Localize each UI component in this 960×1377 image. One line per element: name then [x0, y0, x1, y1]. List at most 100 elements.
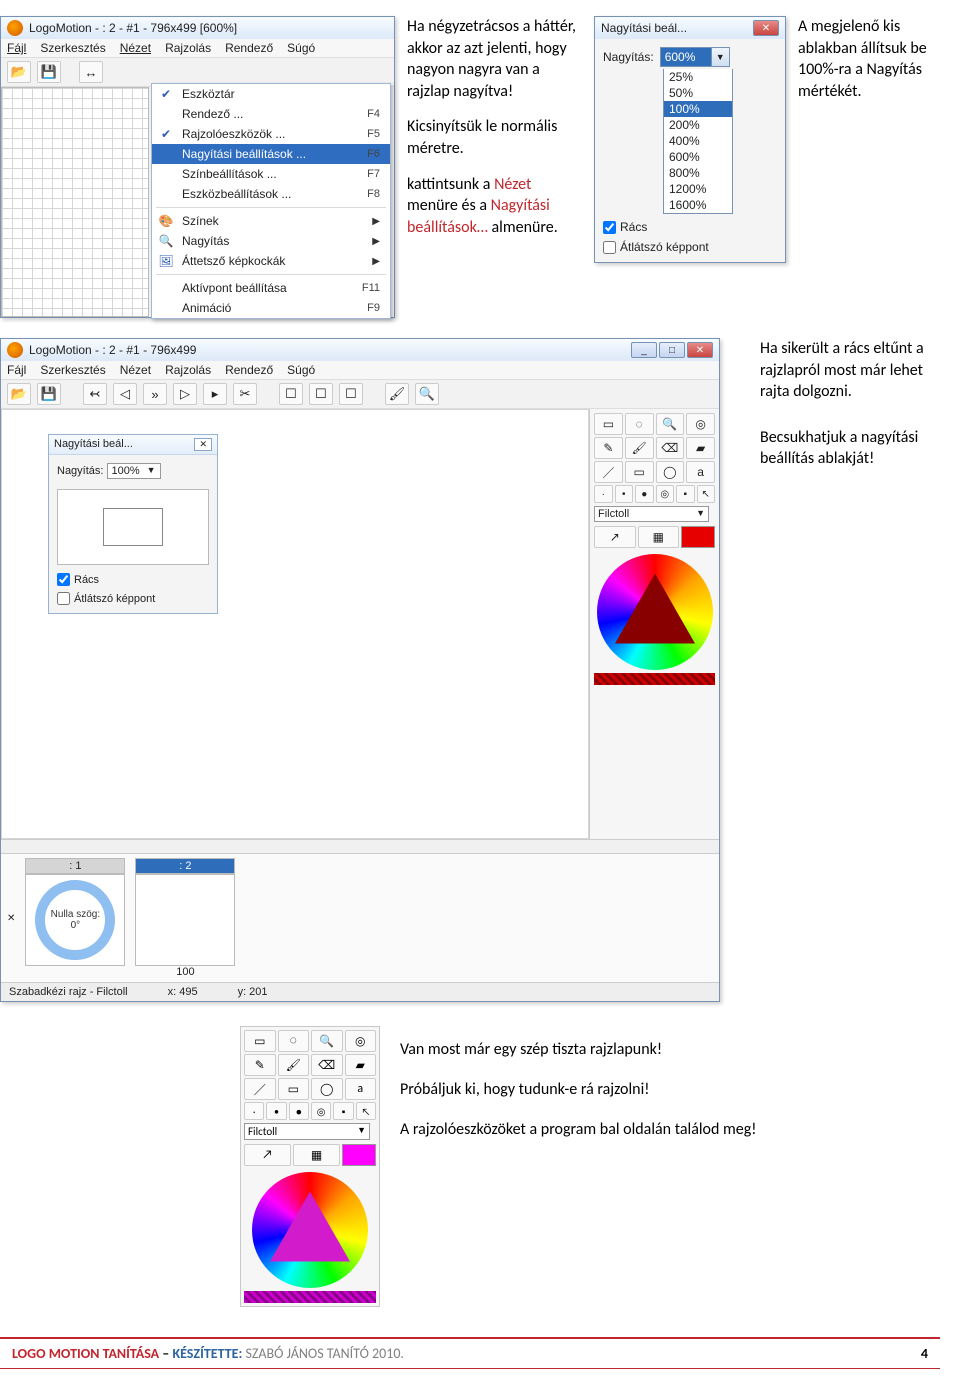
zoom-option[interactable]: 800% [664, 165, 732, 181]
menu-item-attetszo[interactable]: 🖼Áttetsző képkockák▶ [152, 251, 390, 271]
zoom-option[interactable]: 1200% [664, 181, 732, 197]
tool-select-rect-icon[interactable]: ▭ [244, 1030, 276, 1052]
size-m-icon[interactable]: ● [289, 1102, 309, 1120]
size-s-icon[interactable]: • [615, 485, 634, 503]
close-button[interactable]: ✕ [687, 342, 713, 358]
frame-2-selected[interactable]: : 2 100 [135, 858, 235, 978]
tool-btn[interactable]: ☐ [279, 383, 303, 405]
chevron-down-icon[interactable]: ▼ [711, 48, 729, 66]
frame-1[interactable]: : 1 Nulla szög: 0° [25, 858, 125, 966]
zoom-option[interactable]: 200% [664, 117, 732, 133]
tool-pencil-icon[interactable]: ✎ [244, 1054, 276, 1076]
tool-lasso-icon[interactable]: ◌ [278, 1030, 310, 1052]
menu-file[interactable]: Fájl [7, 41, 26, 55]
opt-btn[interactable]: ▦ [638, 526, 680, 548]
color-swatch[interactable] [342, 1144, 376, 1166]
menu-item-aktivpont[interactable]: Aktívpont beállításaF11 [152, 278, 390, 298]
size-arrow-icon[interactable]: ↖ [356, 1102, 376, 1120]
close-icon[interactable]: ✕ [194, 438, 212, 451]
cut-icon[interactable]: ✂ [233, 383, 257, 405]
tool-brush-icon[interactable]: 🖌 [625, 437, 654, 459]
size-sq-icon[interactable]: ▪ [333, 1102, 353, 1120]
size-arrow-icon[interactable]: ↖ [697, 485, 716, 503]
tool-dropdown[interactable]: Filctoll▼ [244, 1123, 370, 1140]
opt-btn[interactable]: ↗ [594, 526, 636, 548]
tool-line-icon[interactable]: ／ [244, 1078, 276, 1100]
tool-dropdown[interactable]: Filctoll▼ [594, 506, 709, 522]
tool-zoom-icon[interactable]: 🔍 [311, 1030, 343, 1052]
alpha-bar[interactable] [594, 673, 715, 685]
size-s-icon[interactable]: • [266, 1102, 286, 1120]
zoom-icon[interactable]: 🔍 [415, 383, 439, 405]
tool-pencil-icon[interactable]: ✎ [594, 437, 623, 459]
tool-text-icon[interactable]: a [345, 1078, 377, 1100]
minimize-button[interactable]: _ [631, 342, 657, 358]
menu-item-eszkoztar[interactable]: ✔Eszköztár [152, 84, 390, 104]
size-l-icon[interactable]: ◎ [656, 485, 675, 503]
tool-brush-icon[interactable]: 🖌 [278, 1054, 310, 1076]
zoom-option[interactable]: 400% [664, 133, 732, 149]
tool-line-icon[interactable]: ／ [594, 461, 623, 483]
transparent-checkbox[interactable] [57, 592, 70, 605]
menu-item-szinbeall[interactable]: Színbeállítások ...F7 [152, 164, 390, 184]
menu-file[interactable]: Fájl [7, 363, 26, 377]
tool-btn[interactable]: ☐ [339, 383, 363, 405]
tool-select-rect-icon[interactable]: ▭ [594, 413, 623, 435]
tool-rect-icon[interactable]: ▭ [278, 1078, 310, 1100]
tool-lasso-icon[interactable]: ◌ [625, 413, 654, 435]
prev-first-icon[interactable]: ↢ [83, 383, 107, 405]
tool-text-icon[interactable]: a [686, 461, 715, 483]
tool-ellipse-icon[interactable]: ◯ [311, 1078, 343, 1100]
menu-item-nagyitasi[interactable]: Nagyítási beállítások ...F6 [152, 144, 390, 164]
menu-help[interactable]: Súgó [287, 363, 315, 377]
tool-pick-icon[interactable]: ◎ [686, 413, 715, 435]
menu-view[interactable]: Nézet [120, 41, 151, 55]
tool-rect-icon[interactable]: ▭ [625, 461, 654, 483]
zoom-option[interactable]: 1600% [664, 197, 732, 213]
color-wheel[interactable] [597, 554, 713, 670]
tool-zoom-icon[interactable]: 🔍 [656, 413, 685, 435]
zoom-option-selected[interactable]: 100% [664, 101, 732, 117]
menu-edit[interactable]: Szerkesztés [40, 363, 105, 377]
maximize-button[interactable]: □ [659, 342, 685, 358]
menu-item-rendezo[interactable]: Rendező ...F4 [152, 104, 390, 124]
menu-draw[interactable]: Rajzolás [165, 41, 211, 55]
tool-icon[interactable]: ↔ [79, 61, 103, 83]
size-m-icon[interactable]: ● [635, 485, 654, 503]
transparent-checkbox[interactable] [603, 241, 616, 254]
alpha-bar[interactable] [244, 1291, 376, 1303]
play-icon[interactable]: ▷ [173, 383, 197, 405]
close-button[interactable]: ✕ [753, 20, 779, 36]
menu-help[interactable]: Súgó [287, 41, 315, 55]
tool-btn[interactable]: ☐ [309, 383, 333, 405]
save-icon[interactable]: 💾 [37, 383, 61, 405]
color-swatch[interactable] [681, 526, 715, 548]
fwd-fast-icon[interactable]: » [143, 383, 167, 405]
canvas[interactable]: Nagyítási beál... ✕ Nagyítás: 100% ▼ Rác… [1, 409, 589, 839]
tool-eraser-icon[interactable]: ⌫ [656, 437, 685, 459]
save-icon[interactable]: 💾 [37, 61, 61, 83]
color-wheel[interactable] [252, 1172, 368, 1288]
opt-btn[interactable]: ↗ [244, 1144, 291, 1166]
zoom-value-combo[interactable]: 100% ▼ [107, 463, 161, 479]
tool-fill-icon[interactable]: ▰ [686, 437, 715, 459]
menu-item-nagyitas[interactable]: 🔍Nagyítás▶ [152, 231, 390, 251]
next-icon[interactable]: ▸ [203, 383, 227, 405]
grid-checkbox[interactable] [57, 573, 70, 586]
tool-ellipse-icon[interactable]: ◯ [656, 461, 685, 483]
tool-fill-icon[interactable]: ▰ [345, 1054, 377, 1076]
size-xs-icon[interactable]: · [594, 485, 613, 503]
menu-item-eszkozbeall[interactable]: Eszközbeállítások ...F8 [152, 184, 390, 204]
grid-checkbox[interactable] [603, 221, 616, 234]
size-l-icon[interactable]: ◎ [311, 1102, 331, 1120]
tool-eraser-icon[interactable]: ⌫ [311, 1054, 343, 1076]
brush-icon[interactable]: 🖌 [385, 383, 409, 405]
opt-btn[interactable]: ▦ [293, 1144, 340, 1166]
menu-edit[interactable]: Szerkesztés [40, 41, 105, 55]
menu-item-szinek[interactable]: 🎨Színek▶ [152, 211, 390, 231]
menu-draw[interactable]: Rajzolás [165, 363, 211, 377]
open-icon[interactable]: 📂 [7, 61, 31, 83]
zoom-option[interactable]: 50% [664, 85, 732, 101]
menu-item-rajzolo[interactable]: ✔Rajzolóeszközök ...F5 [152, 124, 390, 144]
open-icon[interactable]: 📂 [7, 383, 31, 405]
